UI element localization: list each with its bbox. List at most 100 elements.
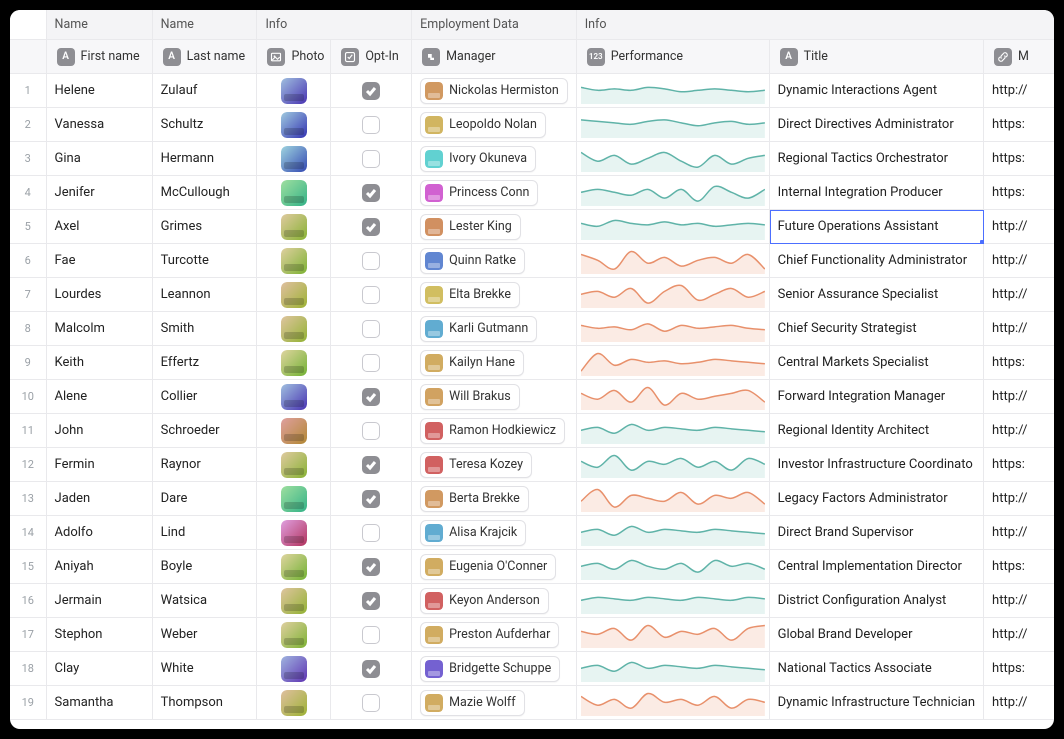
optin-checkbox[interactable] <box>362 388 380 406</box>
cell-first-name[interactable]: Helene <box>47 74 153 108</box>
table-row[interactable]: 4JeniferMcCullough Princess Conn Interna… <box>10 176 1054 210</box>
table-row[interactable]: 15AniyahBoyle Eugenia O'Conner Central I… <box>10 550 1054 584</box>
group-header-info-2[interactable]: Info <box>577 10 1054 40</box>
cell-manager[interactable]: Ramon Hodkiewicz <box>412 414 577 448</box>
photo-thumbnail[interactable] <box>281 384 307 410</box>
photo-thumbnail[interactable] <box>281 180 307 206</box>
optin-checkbox[interactable] <box>362 524 380 542</box>
manager-chip[interactable]: Bridgette Schuppe <box>420 656 560 682</box>
cell-photo[interactable] <box>257 448 331 482</box>
manager-chip[interactable]: Nickolas Hermiston <box>420 78 568 104</box>
cell-url[interactable]: http:// <box>984 278 1054 312</box>
manager-chip[interactable]: Eugenia O'Conner <box>420 554 556 580</box>
cell-photo[interactable] <box>257 550 331 584</box>
column-header-performance[interactable]: 123Performance <box>577 40 770 74</box>
cell-last-name[interactable]: Boyle <box>153 550 258 584</box>
manager-chip[interactable]: Karli Gutmann <box>420 316 537 342</box>
cell-manager[interactable]: Preston Aufderhar <box>412 618 577 652</box>
optin-checkbox[interactable] <box>362 218 380 236</box>
optin-checkbox[interactable] <box>362 456 380 474</box>
cell-photo[interactable] <box>257 142 331 176</box>
data-grid[interactable]: Name Name Info Employment Data Info AFir… <box>10 10 1054 729</box>
cell-manager[interactable]: Berta Brekke <box>412 482 577 516</box>
cell-optin[interactable] <box>331 550 412 584</box>
cell-last-name[interactable]: Hermann <box>153 142 258 176</box>
cell-photo[interactable] <box>257 278 331 312</box>
table-row[interactable]: 14AdolfoLind Alisa Krajcik Direct Brand … <box>10 516 1054 550</box>
cell-performance[interactable] <box>577 244 770 278</box>
cell-first-name[interactable]: John <box>47 414 153 448</box>
cell-url[interactable]: https: <box>984 142 1054 176</box>
cell-manager[interactable]: Bridgette Schuppe <box>412 652 577 686</box>
photo-thumbnail[interactable] <box>281 656 307 682</box>
cell-last-name[interactable]: Collier <box>153 380 258 414</box>
manager-chip[interactable]: Ivory Okuneva <box>420 146 536 172</box>
cell-manager[interactable]: Nickolas Hermiston <box>412 74 577 108</box>
cell-url[interactable]: http:// <box>984 312 1054 346</box>
cell-optin[interactable] <box>331 448 412 482</box>
cell-photo[interactable] <box>257 482 331 516</box>
cell-first-name[interactable]: Malcolm <box>47 312 153 346</box>
cell-performance[interactable] <box>577 686 770 720</box>
cell-last-name[interactable]: Effertz <box>153 346 258 380</box>
cell-last-name[interactable]: Watsica <box>153 584 258 618</box>
photo-thumbnail[interactable] <box>281 316 307 342</box>
photo-thumbnail[interactable] <box>281 282 307 308</box>
cell-optin[interactable] <box>331 686 412 720</box>
cell-manager[interactable]: Quinn Ratke <box>412 244 577 278</box>
cell-url[interactable]: http:// <box>984 686 1054 720</box>
cell-performance[interactable] <box>577 584 770 618</box>
cell-performance[interactable] <box>577 210 770 244</box>
photo-thumbnail[interactable] <box>281 588 307 614</box>
cell-first-name[interactable]: Jenifer <box>47 176 153 210</box>
table-row[interactable]: 19SamanthaThompson Mazie Wolff Dynamic I… <box>10 686 1054 720</box>
cell-optin[interactable] <box>331 108 412 142</box>
cell-url[interactable]: https: <box>984 108 1054 142</box>
cell-manager[interactable]: Mazie Wolff <box>412 686 577 720</box>
cell-title[interactable]: Investor Infrastructure Coordinato <box>770 448 984 482</box>
table-row[interactable]: 12FerminRaynor Teresa Kozey Investor Inf… <box>10 448 1054 482</box>
cell-title[interactable]: Chief Functionality Administrator <box>770 244 984 278</box>
cell-last-name[interactable]: Thompson <box>153 686 258 720</box>
table-row[interactable]: 18ClayWhite Bridgette Schuppe National T… <box>10 652 1054 686</box>
photo-thumbnail[interactable] <box>281 214 307 240</box>
cell-url[interactable]: https: <box>984 652 1054 686</box>
cell-url[interactable]: http:// <box>984 244 1054 278</box>
manager-chip[interactable]: Kailyn Hane <box>420 350 524 376</box>
optin-checkbox[interactable] <box>362 558 380 576</box>
cell-title[interactable]: Direct Brand Supervisor <box>770 516 984 550</box>
manager-chip[interactable]: Elta Brekke <box>420 282 520 308</box>
cell-optin[interactable] <box>331 618 412 652</box>
optin-checkbox[interactable] <box>362 694 380 712</box>
manager-chip[interactable]: Ramon Hodkiewicz <box>420 418 565 444</box>
optin-checkbox[interactable] <box>362 592 380 610</box>
cell-photo[interactable] <box>257 686 331 720</box>
cell-optin[interactable] <box>331 652 412 686</box>
cell-photo[interactable] <box>257 414 331 448</box>
manager-chip[interactable]: Leopoldo Nolan <box>420 112 546 138</box>
photo-thumbnail[interactable] <box>281 520 307 546</box>
cell-performance[interactable] <box>577 516 770 550</box>
cell-optin[interactable] <box>331 278 412 312</box>
optin-checkbox[interactable] <box>362 286 380 304</box>
cell-optin[interactable] <box>331 74 412 108</box>
cell-url[interactable]: http:// <box>984 380 1054 414</box>
optin-checkbox[interactable] <box>362 116 380 134</box>
cell-url[interactable]: http:// <box>984 210 1054 244</box>
cell-title[interactable]: Regional Identity Architect <box>770 414 984 448</box>
cell-title[interactable]: Future Operations Assistant <box>770 210 984 244</box>
cell-photo[interactable] <box>257 516 331 550</box>
cell-last-name[interactable]: Schultz <box>153 108 258 142</box>
table-row[interactable]: 7LourdesLeannon Elta Brekke Senior Assur… <box>10 278 1054 312</box>
cell-first-name[interactable]: Axel <box>47 210 153 244</box>
cell-url[interactable]: http:// <box>984 414 1054 448</box>
table-row[interactable]: 2VanessaSchultz Leopoldo Nolan Direct Di… <box>10 108 1054 142</box>
cell-title[interactable]: Central Implementation Director <box>770 550 984 584</box>
cell-title[interactable]: Dynamic Interactions Agent <box>770 74 984 108</box>
group-header-name-2[interactable]: Name <box>153 10 258 40</box>
manager-chip[interactable]: Lester King <box>420 214 521 240</box>
cell-optin[interactable] <box>331 142 412 176</box>
cell-title[interactable]: Legacy Factors Administrator <box>770 482 984 516</box>
cell-title[interactable]: District Configuration Analyst <box>770 584 984 618</box>
cell-first-name[interactable]: Keith <box>47 346 153 380</box>
